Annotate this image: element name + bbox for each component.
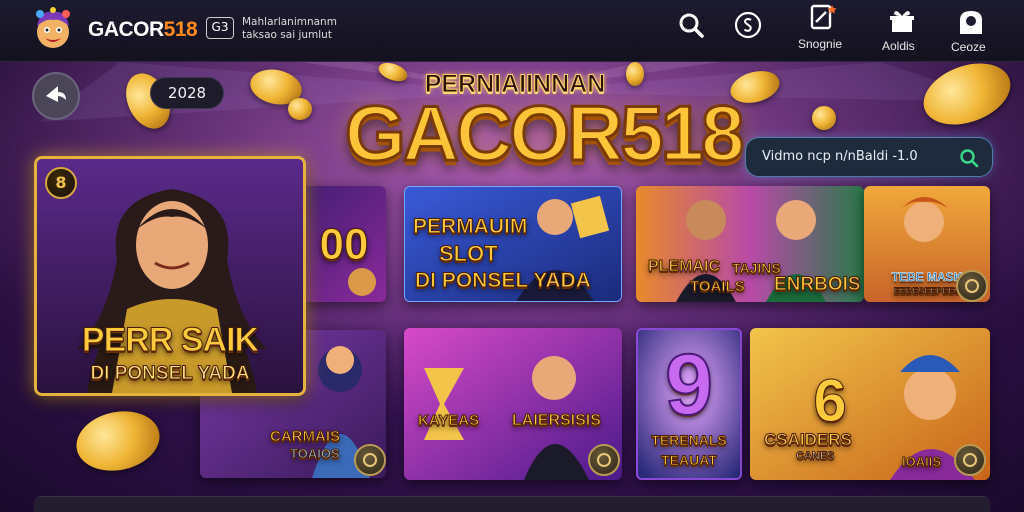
- search-icon[interactable]: [676, 10, 706, 40]
- game-card-badge[interactable]: [588, 444, 620, 476]
- mascot-logo-icon[interactable]: [30, 6, 76, 52]
- game-card-4[interactable]: TEBE MASK EEBESEEPEES: [864, 186, 990, 302]
- nav-label-aoldis[interactable]: Aoldis: [882, 39, 915, 53]
- slot-icon: [963, 453, 977, 467]
- game-card-title: TERENALS: [651, 432, 727, 449]
- brand-suffix: 518: [163, 18, 198, 41]
- game-card-6[interactable]: KAYEAS LAIERSISIS: [404, 328, 622, 480]
- search-icon[interactable]: [958, 147, 980, 169]
- featured-title: PERR SAIK: [81, 321, 259, 360]
- game-card-3[interactable]: PLEMAIC TOAILS TAJINS ENRBOIS: [636, 186, 864, 302]
- slot-icon: [597, 453, 611, 467]
- coin-decoration: [288, 98, 312, 120]
- coin-decoration: [812, 106, 836, 130]
- back-arrow-icon: [46, 86, 66, 102]
- game-card-2[interactable]: PERMAUIM SLOT DI PONSEL YADA: [404, 186, 622, 302]
- phone-icon[interactable]: [808, 4, 838, 34]
- featured-game-card[interactable]: 8 PERR SAIK DI PONSEL YADA: [34, 156, 306, 396]
- coin-decoration: [626, 62, 644, 86]
- featured-subtitle: DI PONSEL YADA: [90, 363, 250, 385]
- slot-icon: [965, 279, 979, 293]
- game-card-title: 00: [319, 220, 369, 270]
- bottom-navigation-bar[interactable]: [34, 496, 990, 512]
- game-card-subtitle: DI PONSEL YADA: [415, 269, 592, 293]
- top-navigation-bar: GACOR518 G3 Mahlarlanimnanm taksao sai j…: [0, 0, 1024, 62]
- search-text: Vidmo ncp n/nBaldi -1.0: [762, 149, 918, 164]
- game-card-number: 9: [664, 336, 714, 434]
- game-card-badge[interactable]: [354, 444, 386, 476]
- hero-title: GACOR518: [344, 88, 746, 179]
- profile-icon[interactable]: [956, 8, 986, 38]
- tagline-line-2: taksao sai jumlut: [242, 29, 332, 41]
- search-bar[interactable]: Vidmo ncp n/nBaldi -1.0: [745, 137, 993, 177]
- tagline-badge: G3: [206, 17, 234, 39]
- game-card-title: CARMAIS: [270, 428, 341, 446]
- game-card-subtitle-2: ENRBOIS: [774, 274, 862, 296]
- back-button[interactable]: [32, 72, 80, 120]
- nav-label-ceoze[interactable]: Ceoze: [951, 40, 986, 54]
- game-card-7[interactable]: 9 TERENALS TEAUAT: [636, 328, 742, 480]
- game-card-number: 6: [813, 367, 847, 435]
- game-card-subtitle: TEAUAT: [661, 452, 718, 469]
- featured-badge-label: 8: [55, 173, 67, 192]
- tagline-line-1: Mahlarlanimnanm: [242, 16, 337, 28]
- game-card-title: CSAIDERS: [764, 430, 853, 450]
- game-card-subtitle: LAIERSISIS: [512, 412, 602, 430]
- year-badge: 2028: [150, 77, 224, 109]
- dollar-circle-icon[interactable]: [733, 10, 763, 40]
- nav-label-snognie[interactable]: Snognie: [798, 37, 842, 51]
- slot-icon: [363, 453, 377, 467]
- brand-name[interactable]: GACOR518: [88, 18, 198, 42]
- game-card-title: PERMAUIM: [413, 215, 528, 239]
- game-card-8[interactable]: 6 CSAIDERS CANES IOAIIS: [750, 328, 990, 480]
- brand-prefix: GACOR: [88, 18, 164, 41]
- featured-badge: 8: [45, 167, 77, 199]
- gift-icon[interactable]: [887, 6, 917, 36]
- game-card-badge[interactable]: [956, 270, 988, 302]
- game-card-badge[interactable]: [954, 444, 986, 476]
- game-card-title-2: SLOT: [439, 241, 499, 267]
